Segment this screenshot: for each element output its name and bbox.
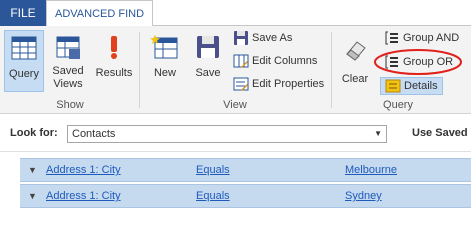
chevron-down-icon[interactable]: ▼ [28,165,37,175]
clear-label: Clear [341,73,369,85]
details-button[interactable]: Details [380,77,443,95]
tab-advanced-find[interactable]: ADVANCED FIND [46,0,153,26]
entity-select[interactable]: Contacts ▼ [67,125,387,143]
query-grid-icon [11,36,37,60]
condition-row[interactable]: ▼ Address 1: City Equals Sydney [20,184,471,208]
group-and-label: Group AND [403,32,460,44]
new-view-icon [150,35,178,59]
ribbon: Query Saved Views Results Show New Save … [0,26,471,114]
save-button[interactable]: Save [188,30,228,92]
condition-field[interactable]: Address 1: City [46,190,121,202]
query-group-label: Query [383,99,413,111]
condition-row[interactable]: ▼ Address 1: City Equals Melbourne [20,158,471,182]
query-label: Query [9,68,39,80]
tab-file[interactable]: FILE [0,0,46,26]
condition-operator[interactable]: Equals [196,190,230,202]
edit-properties-label: Edit Properties [252,78,325,90]
use-saved-view-label: Use Saved V [412,127,471,139]
save-as-button[interactable]: Save As [233,30,292,46]
floppy-disk-icon [197,36,219,58]
saved-views-button[interactable]: Saved Views [48,30,88,92]
query-button[interactable]: Query [4,30,44,92]
results-button[interactable]: Results [92,30,136,92]
details-label: Details [404,80,438,92]
save-as-label: Save As [252,32,293,44]
edit-properties-button[interactable]: Edit Properties [233,76,324,92]
saved-views-icon [56,36,80,59]
eraser-icon [346,41,366,61]
chevron-down-icon: ▼ [374,129,382,138]
group-and-button[interactable]: Group AND [384,30,459,46]
condition-field[interactable]: Address 1: City [46,164,121,176]
exclamation-icon [111,36,117,59]
highlight-ring [374,49,462,75]
view-group-label: View [223,99,247,111]
group-separator [331,32,332,108]
saved-views-label-2: Views [53,78,83,90]
details-icon [385,79,401,93]
show-group-label: Show [56,99,84,111]
edit-columns-label: Edit Columns [252,55,318,67]
clear-button[interactable]: Clear [337,30,373,92]
new-button[interactable]: New [145,30,185,92]
condition-value[interactable]: Sydney [345,190,382,202]
results-label: Results [95,67,133,79]
entity-select-value: Contacts [72,128,116,140]
save-label: Save [195,67,221,79]
edit-columns-icon [233,54,249,68]
chevron-down-icon[interactable]: ▼ [28,191,37,201]
condition-value[interactable]: Melbourne [345,164,397,176]
look-for-label: Look for: [10,127,58,139]
saved-views-label-1: Saved [52,65,84,77]
new-label: New [153,67,176,79]
group-separator [139,32,140,108]
condition-operator[interactable]: Equals [196,164,230,176]
edit-columns-button[interactable]: Edit Columns [233,53,317,69]
group-and-icon [385,31,398,45]
edit-properties-icon [233,77,249,91]
save-as-icon [234,31,248,45]
